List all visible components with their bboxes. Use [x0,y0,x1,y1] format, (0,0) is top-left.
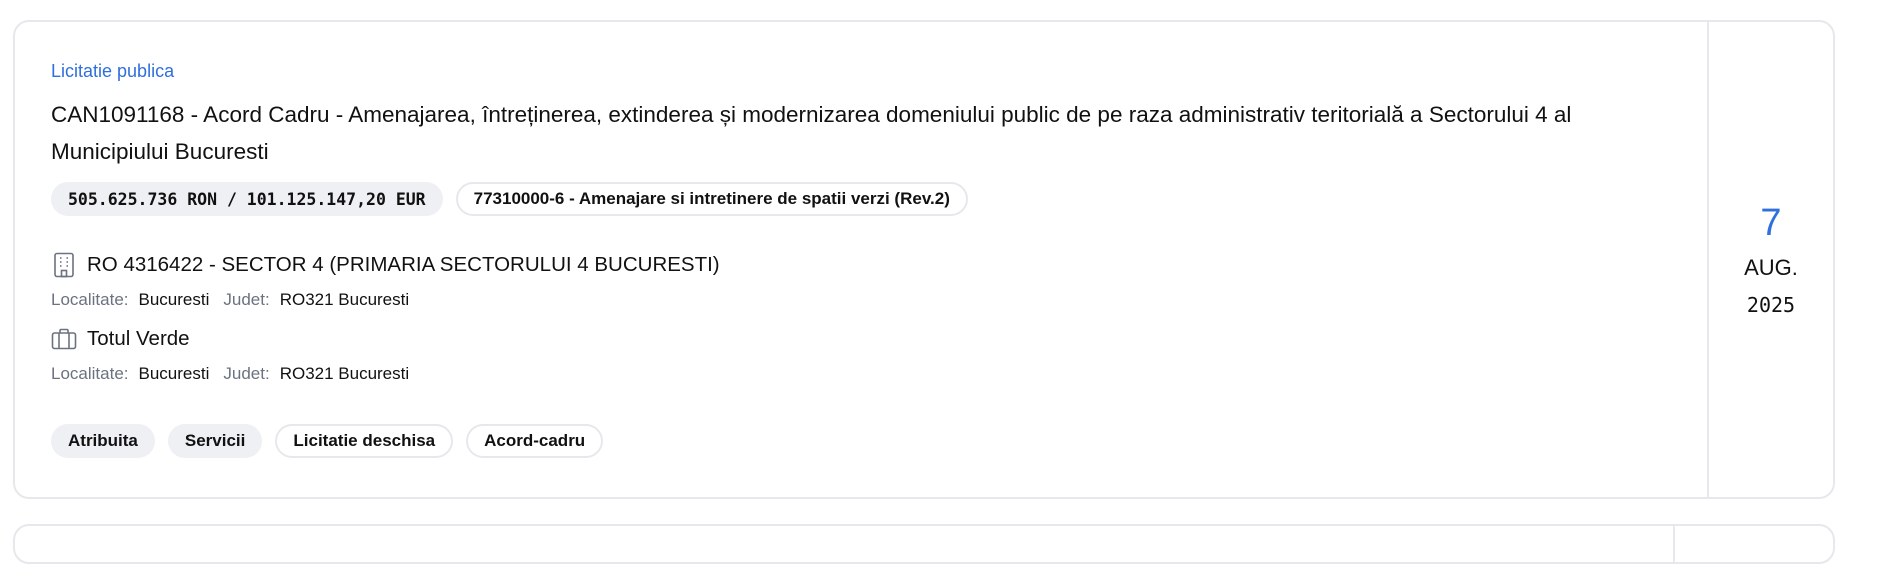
status-tags: Atribuita Servicii Licitatie deschisa Ac… [51,424,1671,458]
next-tender-card-body [15,526,1673,562]
buyer-name[interactable]: RO 4316422 - SECTOR 4 (PRIMARIA SECTORUL… [87,253,720,277]
buyer-row: RO 4316422 - SECTOR 4 (PRIMARIA SECTORUL… [51,250,1671,280]
procedure-type: Licitatie publica [51,61,175,81]
winner-locality-label: Localitate: [51,364,129,383]
value-cpv-row: 505.625.736 RON / 101.125.147,20 EUR 773… [51,182,1671,216]
date-month: AUG. [1744,254,1798,280]
buyer-county: RO321 Bucuresti [279,290,410,309]
winner-name[interactable]: Totul Verde [87,327,190,351]
buyer-locality-label: Localitate: [51,290,129,309]
date-year: 2025 [1746,292,1796,317]
status-tag-atribuita: Atribuita [51,424,155,458]
status-tag-acord-cadru: Acord-cadru [466,424,604,458]
tender-title[interactable]: CAN1091168 - Acord Cadru - Amenajarea, î… [51,96,1671,170]
winner-locality: Bucuresti [138,364,210,383]
cpv-badge[interactable]: 77310000-6 - Amenajare si intretinere de… [455,182,968,216]
date-day: 7 [1760,201,1782,244]
briefcase-icon [51,325,77,353]
building-icon [51,251,77,279]
buyer-locality: Bucuresti [138,290,210,309]
date-column: 7 AUG. 2025 [1707,22,1833,497]
buyer-county-label: Judet: [223,290,270,309]
winner-county-label: Judet: [223,364,270,383]
status-tag-servicii: Servicii [167,424,263,458]
status-tag-licitatie-deschisa: Licitatie deschisa [275,424,454,458]
winner-row: Totul Verde [51,324,1671,354]
tender-card[interactable]: Licitatie publica CAN1091168 - Acord Cad… [13,20,1835,499]
value-badge: 505.625.736 RON / 101.125.147,20 EUR [51,182,443,216]
tender-card-body: Licitatie publica CAN1091168 - Acord Cad… [15,22,1707,497]
next-date-column [1673,526,1833,562]
winner-location: Localitate: Bucuresti Judet: RO321 Bucur… [51,363,1671,385]
buyer-location: Localitate: Bucuresti Judet: RO321 Bucur… [51,289,1671,311]
next-tender-card[interactable] [13,524,1835,564]
winner-county: RO321 Bucuresti [279,364,410,383]
